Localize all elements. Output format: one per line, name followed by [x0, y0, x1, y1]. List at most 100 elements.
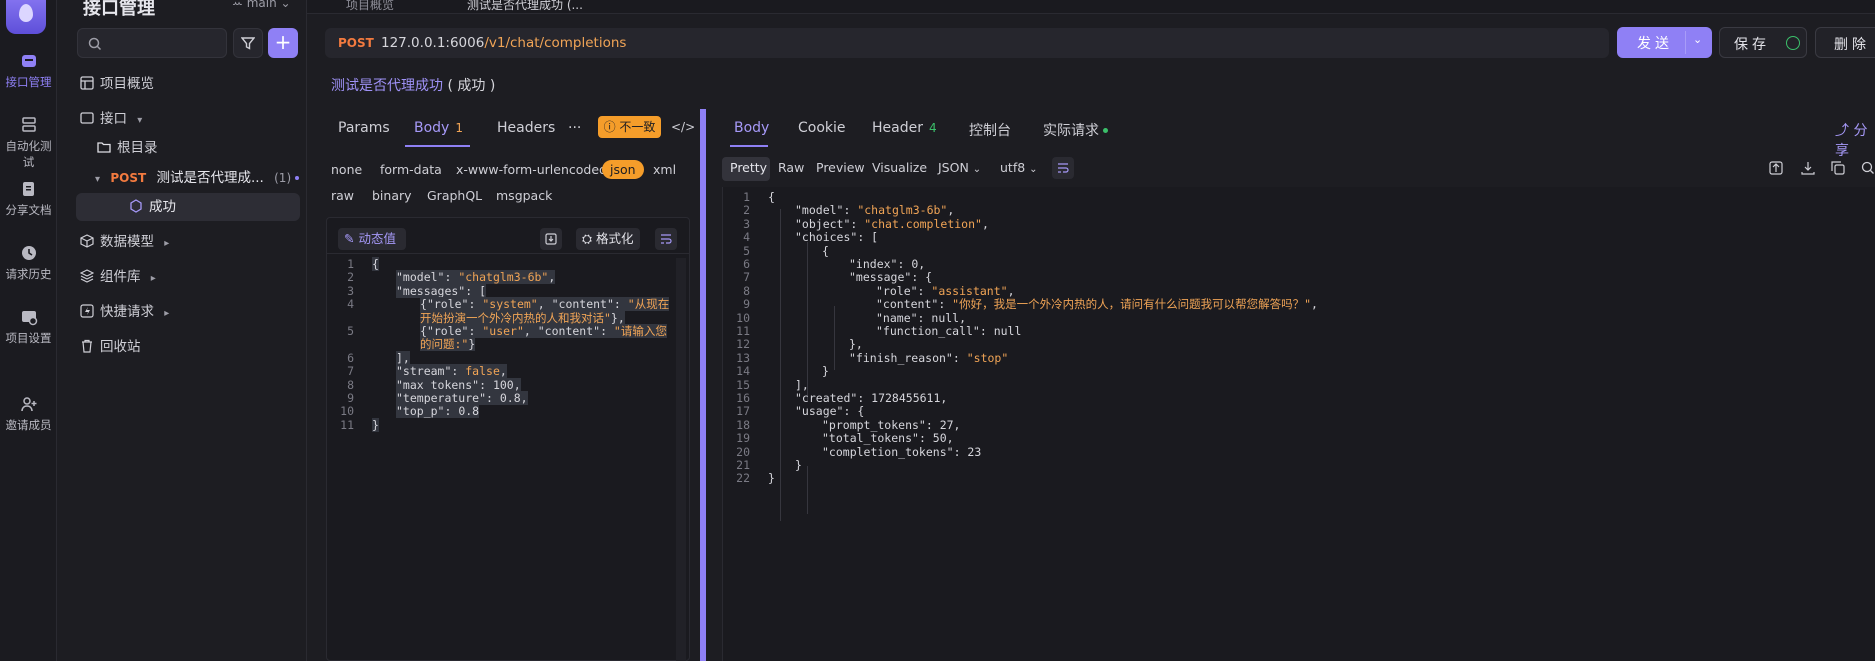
header-count-badge: 4: [928, 121, 937, 135]
code-token: "content": [551, 297, 614, 312]
code-token: :: [952, 350, 967, 365]
tree-item-trash[interactable]: 回收站: [80, 335, 141, 359]
line-number: 17: [736, 404, 750, 419]
wrap-lines-button[interactable]: [655, 228, 677, 250]
chevron-down-icon[interactable]: ⌄: [1693, 33, 1702, 46]
line-number: 20: [736, 444, 750, 459]
code-token: }: [822, 364, 829, 379]
tree-item-api[interactable]: 接口 ▾: [80, 107, 142, 131]
code-token: "temperature": [396, 391, 487, 405]
resp-wrap-button[interactable]: [1052, 157, 1074, 179]
rail-item-api[interactable]: 接口管理: [0, 52, 57, 90]
resp-tab-body[interactable]: Body: [734, 120, 769, 136]
format-preview[interactable]: Preview: [816, 160, 865, 175]
add-button[interactable]: +: [268, 28, 298, 58]
tab-body[interactable]: Body 1: [414, 120, 463, 136]
body-type-binary[interactable]: binary: [372, 188, 412, 203]
code-token: : 100,: [479, 377, 521, 392]
search-button[interactable]: [1861, 161, 1875, 179]
code-token: :: [468, 297, 483, 312]
body-type-msgpack[interactable]: msgpack: [496, 188, 552, 203]
code-content: },: [849, 337, 863, 351]
sidebar-search-input[interactable]: [77, 28, 227, 58]
code-content: 的问题:"}: [420, 337, 476, 352]
body-type-form-data[interactable]: form-data: [380, 162, 442, 177]
json-select[interactable]: JSON ⌄: [938, 160, 981, 175]
code-token: :: [850, 216, 865, 231]
code-token: :: [468, 324, 483, 338]
tree-item-models[interactable]: 数据模型 ▸: [80, 230, 169, 254]
copy-button[interactable]: [1831, 161, 1845, 179]
send-button[interactable]: 发送 ⌄: [1617, 27, 1712, 58]
code-line: 12},: [728, 337, 863, 351]
tree-item-overview[interactable]: 项目概览: [80, 72, 154, 96]
code-token: "messages": [396, 283, 466, 298]
encoding-select[interactable]: utf8 ⌄: [1000, 160, 1038, 175]
body-type-raw[interactable]: raw: [331, 188, 354, 203]
tree-item-endpoint[interactable]: ▾ POST 测试是否代理成... (1): [95, 166, 300, 190]
code-content: "function_call": null: [876, 324, 1021, 338]
code-content: }: [795, 458, 802, 472]
body-type-none[interactable]: none: [331, 162, 362, 177]
body-type-urlencoded[interactable]: x-www-form-urlencoded: [456, 162, 607, 177]
mismatch-warning[interactable]: ⓘ 不一致: [598, 116, 661, 138]
expand-button[interactable]: [1769, 161, 1783, 179]
line-number: 10: [340, 404, 354, 419]
resp-tab-actual-request[interactable]: 实际请求: [1043, 120, 1108, 140]
code-content: "temperature": 0.8,: [396, 391, 528, 405]
chevron-down-icon: ⌄: [972, 164, 982, 175]
dynamic-value-button[interactable]: ✎ 动态值: [338, 228, 406, 250]
rail-item-invite[interactable]: 邀请成员: [0, 395, 57, 433]
tree-item-quick-requests[interactable]: 快捷请求 ▸: [80, 300, 169, 324]
filter-button[interactable]: [233, 28, 263, 58]
branch-selector[interactable]: ꕀ main ⌄: [232, 0, 291, 11]
body-type-xml[interactable]: xml: [653, 162, 676, 177]
panel-splitter[interactable]: [700, 109, 706, 661]
resp-tab-header[interactable]: Header 4: [872, 120, 937, 136]
format-pretty[interactable]: Pretty: [730, 160, 767, 175]
rail-item-docs[interactable]: 分享文档: [0, 180, 57, 218]
format-raw[interactable]: Raw: [778, 160, 804, 175]
import-button[interactable]: [540, 228, 562, 250]
rail-item-history[interactable]: 请求历史: [0, 244, 57, 282]
share-button[interactable]: ⤴ 分享: [1835, 120, 1875, 160]
request-method[interactable]: POST: [338, 36, 374, 50]
more-tabs-button[interactable]: ···: [568, 120, 581, 136]
code-content: {: [822, 244, 829, 258]
line-number: 2: [743, 203, 750, 218]
code-content: "finish_reason": "stop": [849, 351, 1008, 365]
request-url[interactable]: 127.0.0.1:6006/v1/chat/completions: [381, 35, 626, 51]
format-button[interactable]: ⛭ 格式化: [576, 228, 640, 250]
tab-overview[interactable]: 项目概览: [346, 0, 394, 13]
format-visualize[interactable]: Visualize: [872, 160, 927, 175]
body-type-json[interactable]: json: [602, 160, 644, 179]
delete-button[interactable]: 删除: [1815, 27, 1875, 58]
tab-current-request[interactable]: 测试是否代理成功 (...: [467, 0, 583, 13]
code-content: "index": 0,: [849, 257, 925, 271]
code-token: : null: [979, 324, 1022, 338]
download-button[interactable]: [1801, 161, 1815, 179]
code-token: ,: [981, 216, 989, 231]
rail-item-settings[interactable]: 项目设置: [0, 308, 57, 346]
resp-tab-cookie[interactable]: Cookie: [798, 120, 846, 136]
tree-item-root[interactable]: 根目录: [97, 136, 158, 160]
code-content: "name": null,: [876, 311, 966, 325]
tree-item-components[interactable]: 组件库 ▸: [80, 265, 156, 289]
line-number: 3: [743, 216, 750, 231]
body-type-graphql[interactable]: GraphQL: [427, 188, 482, 203]
tab-params[interactable]: Params: [338, 120, 390, 136]
code-view-icon[interactable]: </>: [671, 120, 695, 134]
caret-right-icon: ▸: [164, 308, 170, 319]
code-token: "finish_reason": [849, 350, 953, 365]
editor-scrollbar[interactable]: [676, 258, 686, 661]
save-button[interactable]: 保存: [1719, 27, 1807, 58]
tree-item-success-case[interactable]: 成功: [129, 195, 176, 219]
code-token: "index": [849, 257, 898, 271]
code-content: "messages": [: [396, 283, 487, 298]
rail-item-test[interactable]: 自动化测试: [0, 116, 57, 170]
filter-icon: [241, 37, 255, 50]
tab-headers[interactable]: Headers: [497, 120, 555, 136]
code-token: : 0,: [897, 257, 926, 271]
code-token: "stop": [966, 350, 1009, 365]
resp-tab-console[interactable]: 控制台: [969, 120, 1011, 140]
